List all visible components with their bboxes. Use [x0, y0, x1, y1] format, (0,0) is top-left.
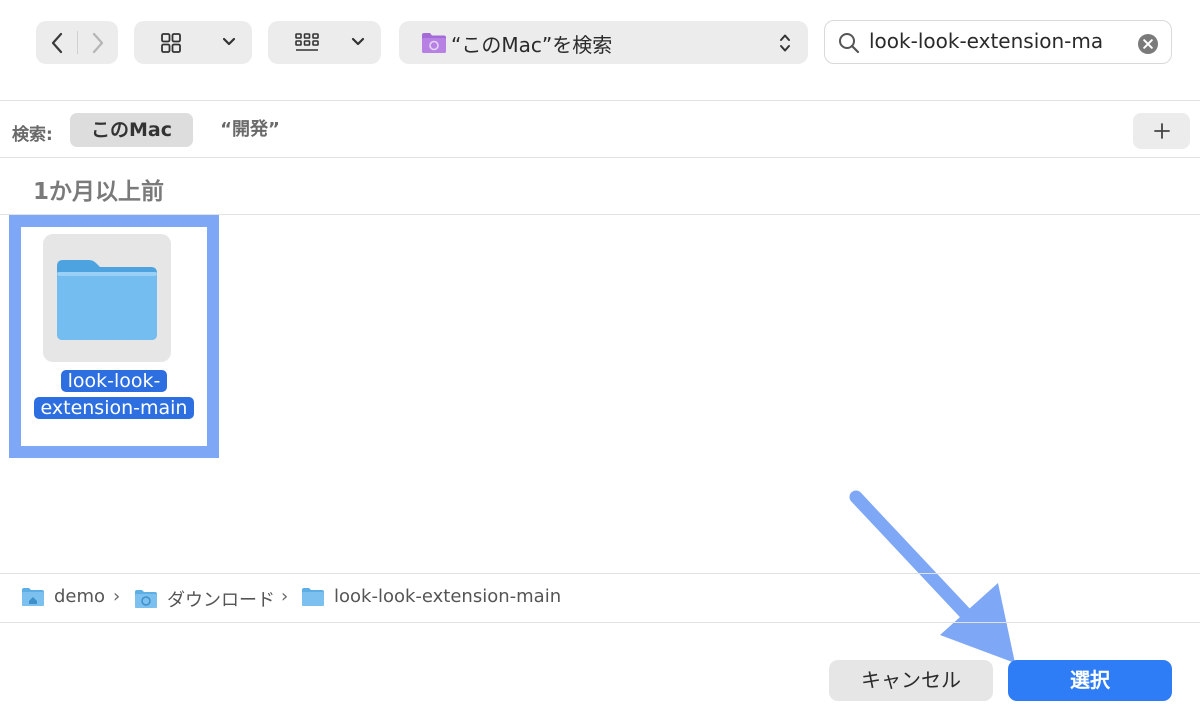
scope-bar-label: 検索:: [12, 125, 53, 145]
forward-button[interactable]: [77, 21, 118, 64]
path-crumb-downloads[interactable]: ダウンロード: [134, 586, 275, 612]
folder-icon: [302, 587, 324, 606]
plus-icon: [1153, 123, 1170, 139]
path-separator: ›: [113, 586, 121, 607]
scope-label: “このMac”を検索: [451, 33, 613, 57]
file-grid-item[interactable]: look-look- extension-main: [9, 215, 219, 458]
path-bar: demo › ダウンロード › look-look-extension-main: [0, 573, 1200, 623]
icon-view-button[interactable]: [134, 21, 252, 64]
folder-icon: [57, 260, 157, 340]
search-input[interactable]: [869, 26, 1121, 56]
clear-icon[interactable]: [1137, 33, 1159, 55]
navigation-group: [36, 21, 118, 64]
chevron-down-icon: [222, 37, 236, 46]
chevron-down-icon: [351, 37, 365, 46]
add-criteria-button[interactable]: [1133, 113, 1190, 149]
scope-bar: 検索: このMac “開発”: [0, 101, 1200, 158]
item-name: look-look- extension-main: [21, 368, 207, 422]
back-button[interactable]: [36, 21, 77, 64]
scope-folder-button[interactable]: “開発”: [205, 113, 295, 147]
chevron-left-icon: [51, 32, 62, 53]
select-button[interactable]: 選択: [1008, 660, 1172, 701]
item-thumbnail: [43, 234, 171, 362]
search-field[interactable]: [824, 20, 1172, 64]
home-folder-icon: [22, 587, 44, 606]
folder-icon: [422, 33, 446, 53]
path-crumb-folder[interactable]: look-look-extension-main: [301, 586, 561, 607]
grid-view-icon: [161, 33, 181, 53]
up-down-icon: [780, 34, 790, 52]
downloads-folder-icon: [135, 590, 157, 608]
search-icon: [839, 33, 860, 54]
section-header: 1か月以上前: [0, 158, 1200, 215]
toolbar: “このMac”を検索: [0, 0, 1200, 101]
path-separator: ›: [281, 586, 289, 607]
gallery-view-icon: [295, 33, 319, 51]
group-view-button[interactable]: [268, 21, 381, 64]
section-title: 1か月以上前: [33, 179, 165, 205]
search-scope-select[interactable]: “このMac”を検索: [399, 21, 808, 64]
path-crumb-demo[interactable]: demo: [21, 586, 105, 607]
scope-this-mac-button[interactable]: このMac: [70, 113, 193, 147]
cancel-button[interactable]: キャンセル: [829, 660, 993, 701]
chevron-right-icon: [92, 32, 103, 53]
